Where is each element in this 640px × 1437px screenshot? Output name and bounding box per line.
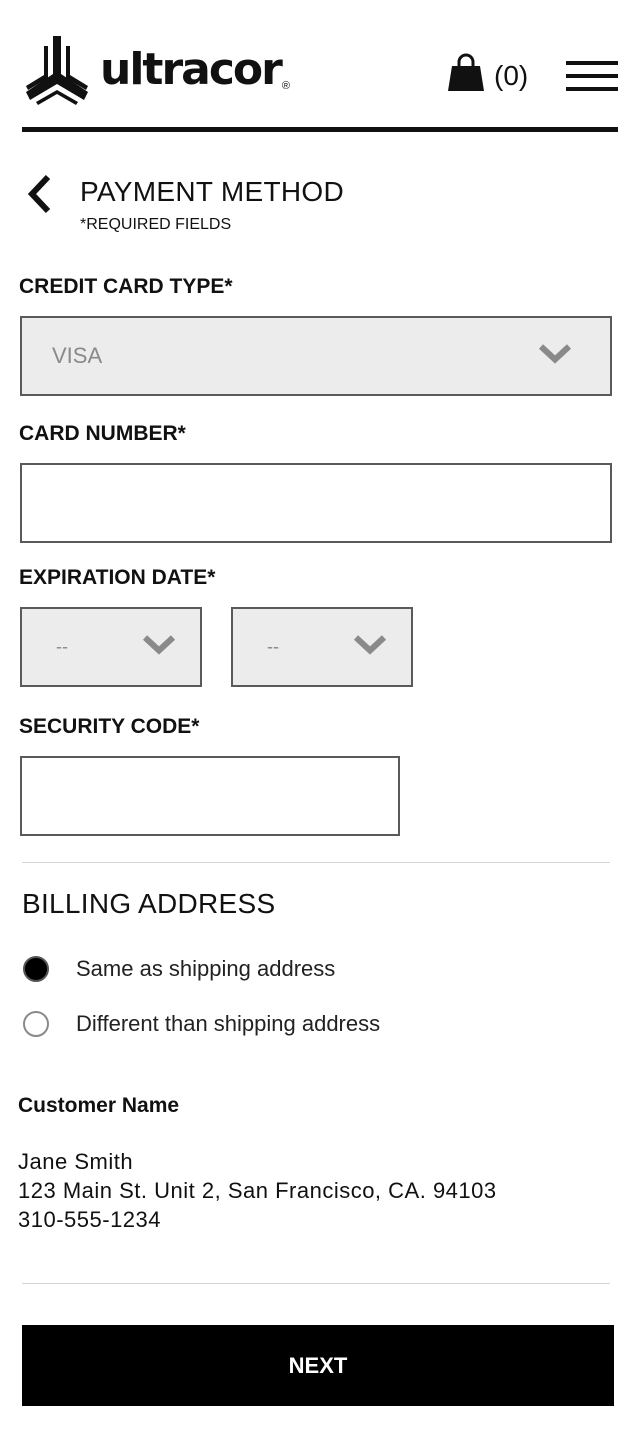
hamburger-menu-icon[interactable] — [566, 61, 618, 93]
cart-button[interactable]: (0) — [446, 53, 528, 98]
expiration-month-value: -- — [56, 636, 68, 657]
chevron-left-icon[interactable] — [22, 174, 54, 214]
logo-wordmark: ultracor — [100, 44, 283, 95]
security-code-input[interactable] — [22, 758, 398, 834]
chevron-down-icon — [538, 343, 572, 370]
section-divider — [22, 862, 610, 863]
card-number-input[interactable] — [22, 465, 610, 541]
card-type-value: VISA — [52, 343, 103, 368]
site-header: ultracor ® (0) — [0, 0, 640, 134]
site-logo[interactable]: ultracor ® — [22, 34, 290, 106]
customer-name: Jane Smith — [18, 1149, 134, 1174]
customer-address: 123 Main St. Unit 2, San Francisco, CA. … — [18, 1178, 497, 1203]
same-as-shipping-option[interactable]: Same as shipping address — [23, 956, 335, 982]
section-divider — [22, 1283, 610, 1284]
security-code-field[interactable] — [20, 756, 400, 836]
cart-count: (0) — [494, 59, 529, 91]
page-title: PAYMENT METHOD — [80, 176, 344, 207]
chevron-down-icon — [353, 634, 387, 661]
card-number-label: CARD NUMBER* — [19, 422, 186, 445]
expiration-date-label: EXPIRATION DATE* — [19, 566, 216, 589]
card-number-field[interactable] — [20, 463, 612, 543]
customer-name-label: Customer Name — [18, 1094, 180, 1117]
expiration-month-select[interactable]: -- — [20, 607, 202, 687]
required-fields-note: *REQUIRED FIELDS — [80, 216, 232, 233]
registered-mark: ® — [281, 80, 290, 92]
security-code-label: SECURITY CODE* — [19, 715, 200, 738]
billing-address-title: BILLING ADDRESS — [22, 888, 276, 919]
radio-button-checked[interactable] — [23, 956, 49, 982]
expiration-year-select[interactable]: -- — [231, 607, 413, 687]
chevron-down-icon — [142, 634, 176, 661]
card-type-select[interactable]: VISA — [20, 316, 612, 396]
shopping-bag-icon — [446, 53, 486, 98]
different-than-shipping-label: Different than shipping address — [76, 1011, 381, 1036]
card-type-label: CREDIT CARD TYPE* — [19, 275, 233, 298]
different-than-shipping-option[interactable]: Different than shipping address — [23, 1011, 380, 1037]
ultracor-logo-icon — [22, 34, 92, 106]
header-divider — [22, 127, 618, 132]
customer-phone: 310-555-1234 — [18, 1207, 162, 1232]
payment-page: ultracor ® (0) PAYMENT METHOD *REQUIRED … — [0, 0, 640, 1437]
same-as-shipping-label: Same as shipping address — [76, 956, 336, 981]
radio-button-unchecked[interactable] — [23, 1011, 49, 1037]
expiration-year-value: -- — [267, 636, 279, 657]
next-button[interactable]: NEXT — [22, 1325, 614, 1406]
